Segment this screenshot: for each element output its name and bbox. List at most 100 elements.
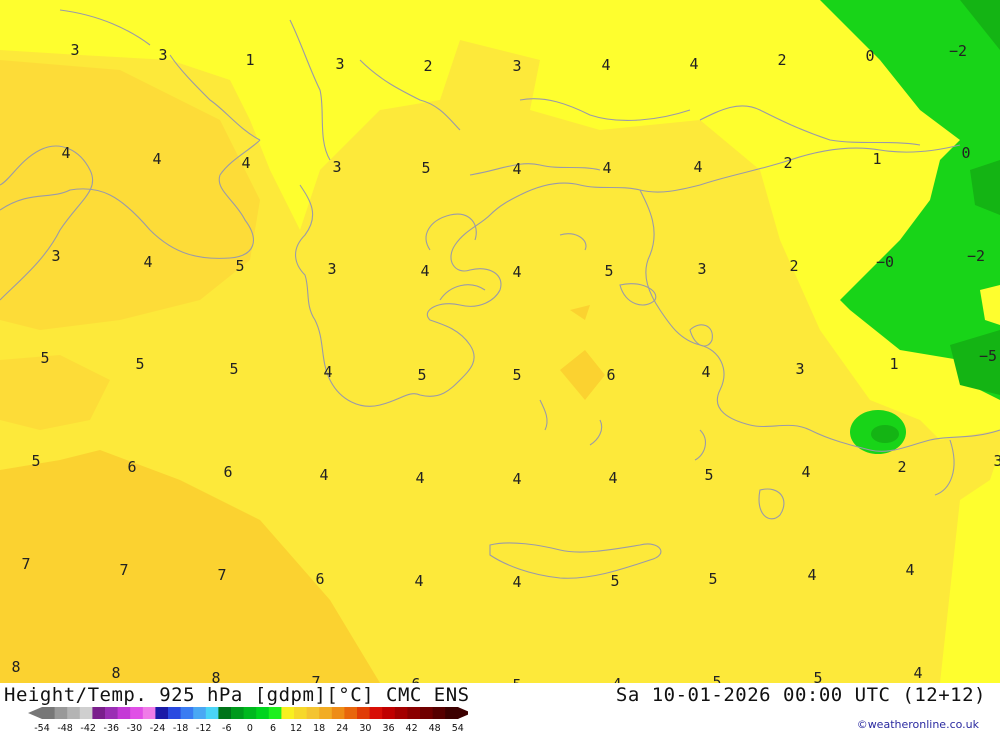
map-value-label: 5 (512, 366, 521, 384)
map-value-label: 8 (11, 658, 20, 676)
map-value-label: 5 (610, 572, 619, 590)
scale-tick-label: 18 (313, 723, 325, 732)
map-value-label: 4 (602, 159, 611, 177)
map-value-label: 4 (323, 363, 332, 381)
map-value-label: 5 (40, 349, 49, 367)
map-value-label: 8 (211, 669, 220, 683)
map-value-label: −0 (876, 253, 894, 271)
scale-swatch (344, 707, 358, 719)
map-value-label: 2 (897, 458, 906, 476)
map-value-label: 7 (21, 555, 30, 573)
scale-swatch (231, 707, 245, 719)
map-value-label: 3 (158, 46, 167, 64)
map-value-label: 5 (704, 466, 713, 484)
map-value-label: 4 (905, 561, 914, 579)
map-value-label: 8 (111, 664, 120, 682)
scale-swatch (294, 707, 308, 719)
map-value-label: 7 (217, 566, 226, 584)
map-value-label: 1 (245, 51, 254, 69)
map-value-label: −2 (967, 247, 985, 265)
scale-left-arrow (28, 707, 42, 719)
scale-tick-label: 54 (452, 723, 464, 732)
scale-tick-label: 48 (429, 723, 441, 732)
map-value-label: 6 (127, 458, 136, 476)
scale-tick-label: 12 (290, 723, 302, 732)
scale-swatch (54, 707, 68, 719)
map-value-label: 4 (319, 466, 328, 484)
scale-swatch (357, 707, 371, 719)
scale-tick-label: 0 (247, 723, 253, 732)
scale-swatch (117, 707, 131, 719)
scale-swatch (432, 707, 446, 719)
map-value-label: 4 (913, 664, 922, 682)
map-value-label: 4 (512, 573, 521, 591)
map-value-label: 4 (693, 158, 702, 176)
scale-tick-label: -36 (104, 723, 120, 732)
map-value-label: 3 (332, 158, 341, 176)
scale-tick-label: -18 (173, 723, 189, 732)
map-value-label: 4 (608, 469, 617, 487)
map-value-label: 2 (777, 51, 786, 69)
scale-swatch (369, 707, 383, 719)
map-value-label: 1 (872, 150, 881, 168)
map-value-label: 4 (512, 263, 521, 281)
map-value-label: 4 (420, 262, 429, 280)
map-value-label: 6 (606, 366, 615, 384)
green-cell-core (871, 425, 899, 443)
map-value-label: 6 (223, 463, 232, 481)
map-value-label: 2 (789, 257, 798, 275)
map-value-label: 4 (143, 253, 152, 271)
scale-swatch (268, 707, 282, 719)
map-value-label: 5 (512, 676, 521, 683)
color-scale: -54 -48 -42 -36 -30 -24 -18 -12 -6 0 6 12 18 24 30 36 42… (28, 707, 468, 732)
map-value-label: 4 (601, 56, 610, 74)
scale-swatch (319, 707, 333, 719)
map-value-label: 4 (807, 566, 816, 584)
map-value-label: 6 (411, 675, 420, 683)
scale-tick-label: 6 (270, 723, 276, 732)
scale-swatch (407, 707, 421, 719)
map-value-label: 5 (31, 452, 40, 470)
scale-swatch (79, 707, 93, 719)
scale-swatch (243, 707, 257, 719)
map-value-label: 1 (889, 355, 898, 373)
scale-tick-label: -48 (57, 723, 73, 732)
map-value-label: 5 (712, 673, 721, 683)
map-value-label: 3 (993, 452, 1000, 470)
color-scale-bars (28, 707, 468, 719)
scale-swatch (445, 707, 459, 719)
map-value-label: −2 (949, 42, 967, 60)
map-value-label: 5 (604, 262, 613, 280)
scale-swatch (256, 707, 270, 719)
map-value-label: 2 (783, 154, 792, 172)
map-value-label: 4 (801, 463, 810, 481)
map-value-label: 4 (689, 55, 698, 73)
scale-swatch (306, 707, 320, 719)
map-canvas: 3 3 1 3 2 3 4 4 2 0 −2 4 4 4 3 5 4 4 4 2 1 0 3 4 5 3 4 4 5 3 2 −0 −2 5 5 5 4… (0, 0, 1000, 683)
map-value-label: 3 (512, 57, 521, 75)
map-value-label: 5 (235, 257, 244, 275)
map-value-label: 5 (813, 669, 822, 683)
scale-tick-label: -54 (34, 723, 50, 732)
scale-swatch (205, 707, 219, 719)
scale-swatch (218, 707, 232, 719)
scale-tick-label: -6 (222, 723, 231, 732)
scale-tick-label: -30 (127, 723, 143, 732)
map-value-label: 4 (512, 470, 521, 488)
scale-swatch (193, 707, 207, 719)
scale-right-arrow (457, 707, 468, 719)
map-value-label: 5 (229, 360, 238, 378)
map-value-label: 4 (414, 572, 423, 590)
map-value-label: 3 (51, 247, 60, 265)
weather-map: 3 3 1 3 2 3 4 4 2 0 −2 4 4 4 3 5 4 4 4 2 1 0 3 4 5 3 4 4 5 3 2 −0 −2 5 5 5 4… (0, 0, 1000, 683)
valid-time: Sa 10-01-2026 00:00 UTC (12+12) (615, 684, 986, 706)
scale-swatch (105, 707, 119, 719)
scale-tick-label: -42 (80, 723, 96, 732)
credit-link[interactable]: ©weatheronline.co.uk (857, 718, 979, 731)
map-value-label: 4 (241, 154, 250, 172)
map-value-label: 0 (865, 47, 874, 65)
map-value-label: 3 (697, 260, 706, 278)
scale-swatch (281, 707, 295, 719)
map-value-label: −5 (979, 347, 997, 365)
scale-swatch (130, 707, 144, 719)
